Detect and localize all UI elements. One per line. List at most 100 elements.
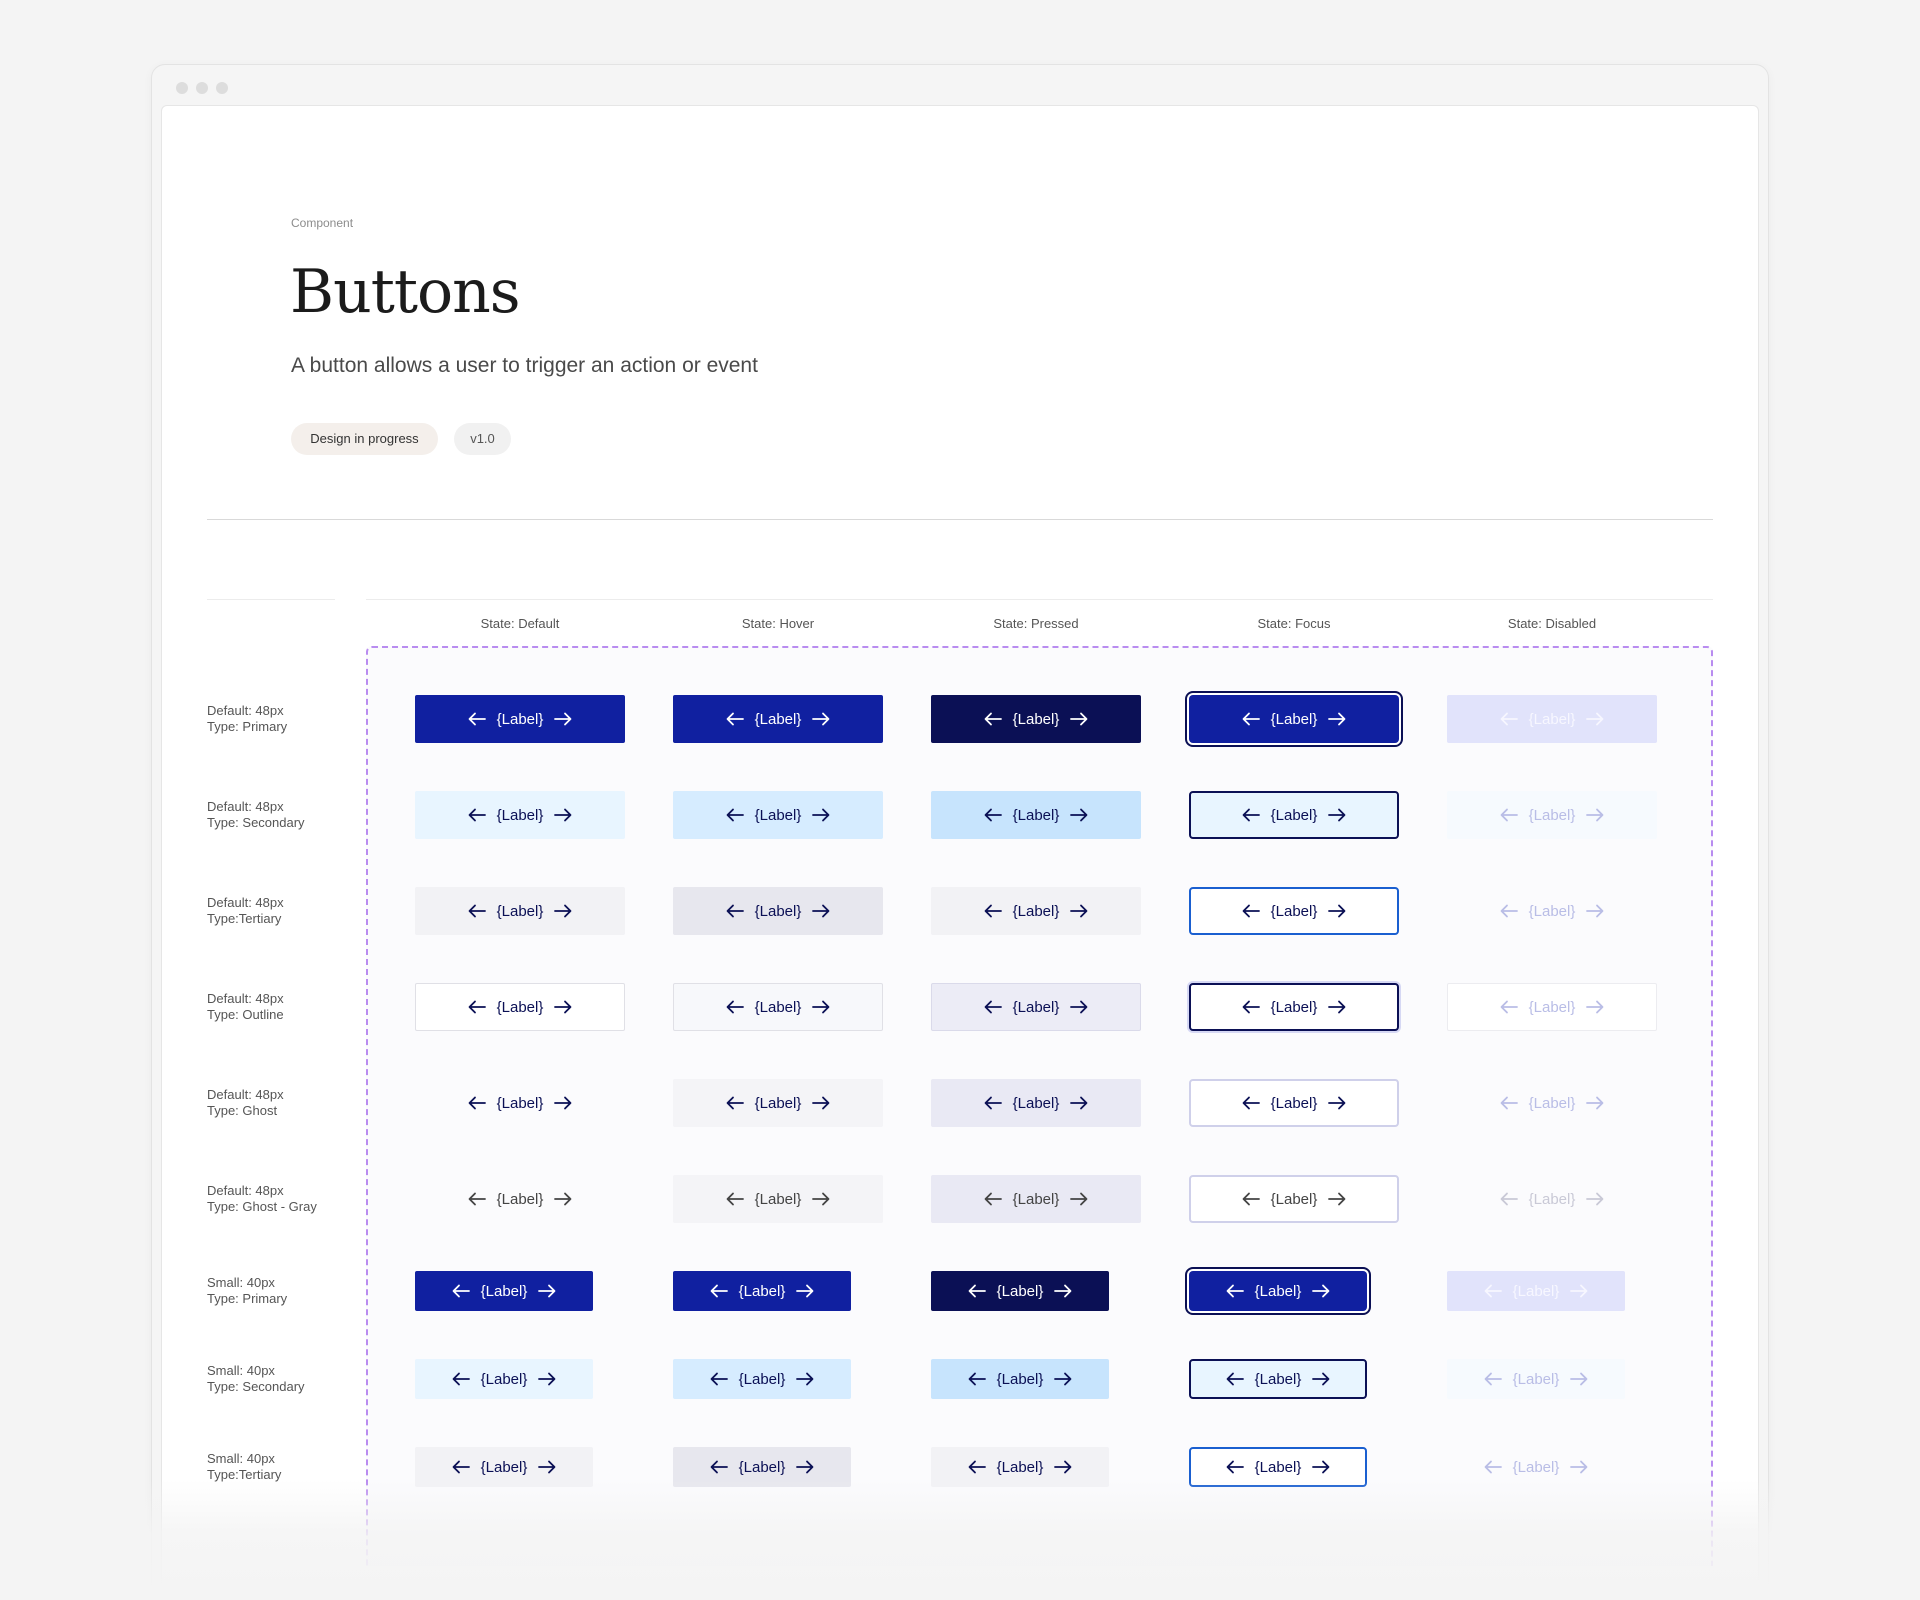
arrow-left-icon: [1500, 712, 1518, 726]
arrow-right-icon: [554, 1000, 572, 1014]
button-label: {Label}: [480, 1370, 528, 1388]
arrow-left-icon: [452, 1460, 470, 1474]
arrow-left-icon: [1500, 808, 1518, 822]
row-label-1: Default: 48px Type: Primary: [207, 703, 287, 735]
row-size-label: Small: 40px: [207, 1275, 275, 1290]
ghost-gray-button-pressed[interactable]: {Label}: [931, 1175, 1141, 1223]
row-label-7: Small: 40px Type: Primary: [207, 1275, 287, 1307]
secondary-button-hover[interactable]: {Label}: [673, 1359, 851, 1399]
ghost-gray-button-hover[interactable]: {Label}: [673, 1175, 883, 1223]
window-minimize-dot[interactable]: [196, 82, 208, 94]
arrow-right-icon: [1312, 1460, 1330, 1474]
button-label: {Label}: [496, 1094, 544, 1112]
row-type-label: Type: Secondary: [207, 815, 305, 830]
arrow-left-icon: [468, 808, 486, 822]
button-label: {Label}: [1512, 1370, 1560, 1388]
tertiary-button-focus[interactable]: {Label}: [1189, 887, 1399, 935]
tertiary-button-pressed[interactable]: {Label}: [931, 887, 1141, 935]
outline-button-hover[interactable]: {Label}: [673, 983, 883, 1031]
arrow-right-icon: [1070, 808, 1088, 822]
secondary-button-default[interactable]: {Label}: [415, 791, 625, 839]
ghost-button-pressed[interactable]: {Label}: [931, 1079, 1141, 1127]
secondary-button-pressed[interactable]: {Label}: [931, 1359, 1109, 1399]
primary-button-hover[interactable]: {Label}: [673, 1271, 851, 1311]
arrow-left-icon: [984, 1192, 1002, 1206]
primary-button-focus[interactable]: {Label}: [1189, 1271, 1367, 1311]
primary-button-disabled: {Label}: [1447, 1271, 1625, 1311]
row-size-label: Small: 40px: [207, 1451, 275, 1466]
ghost-gray-button-focus[interactable]: {Label}: [1189, 1175, 1399, 1223]
arrow-right-icon: [1328, 808, 1346, 822]
secondary-button-focus[interactable]: {Label}: [1189, 1359, 1367, 1399]
arrow-left-icon: [468, 1096, 486, 1110]
window-close-dot[interactable]: [176, 82, 188, 94]
ghost-gray-button-default[interactable]: {Label}: [415, 1175, 625, 1223]
arrow-right-icon: [1586, 1000, 1604, 1014]
tertiary-button-default[interactable]: {Label}: [415, 1447, 593, 1487]
button-label: {Label}: [738, 1458, 786, 1476]
arrow-left-icon: [1484, 1372, 1502, 1386]
arrow-right-icon: [1570, 1284, 1588, 1298]
arrow-right-icon: [796, 1460, 814, 1474]
row-type-label: Type: Outline: [207, 1007, 284, 1022]
arrow-left-icon: [726, 1192, 744, 1206]
arrow-left-icon: [1500, 1192, 1518, 1206]
primary-button-pressed[interactable]: {Label}: [931, 695, 1141, 743]
secondary-button-default[interactable]: {Label}: [415, 1359, 593, 1399]
column-header-1: State: Default: [480, 616, 560, 631]
arrow-left-icon: [452, 1284, 470, 1298]
ghost-button-hover[interactable]: {Label}: [673, 1079, 883, 1127]
arrow-right-icon: [1586, 808, 1604, 822]
arrow-left-icon: [1500, 1000, 1518, 1014]
tertiary-button-default[interactable]: {Label}: [415, 887, 625, 935]
arrow-right-icon: [538, 1284, 556, 1298]
tertiary-button-hover[interactable]: {Label}: [673, 887, 883, 935]
status-badge: Design in progress: [291, 423, 438, 455]
button-label: {Label}: [1012, 1190, 1060, 1208]
outline-button-default[interactable]: {Label}: [415, 983, 625, 1031]
arrow-right-icon: [554, 1096, 572, 1110]
tertiary-button-focus[interactable]: {Label}: [1189, 1447, 1367, 1487]
browser-titlebar: [152, 65, 1768, 105]
primary-button-default[interactable]: {Label}: [415, 1271, 593, 1311]
arrow-right-icon: [554, 904, 572, 918]
secondary-button-focus[interactable]: {Label}: [1189, 791, 1399, 839]
arrow-right-icon: [796, 1284, 814, 1298]
arrow-right-icon: [1570, 1372, 1588, 1386]
primary-button-hover[interactable]: {Label}: [673, 695, 883, 743]
row-label-5: Default: 48px Type: Ghost: [207, 1087, 284, 1119]
row-type-label: Type: Primary: [207, 1291, 288, 1306]
primary-button-focus[interactable]: {Label}: [1189, 695, 1399, 743]
button-label: {Label}: [1528, 1190, 1576, 1208]
arrow-left-icon: [1226, 1372, 1244, 1386]
button-label: {Label}: [996, 1370, 1044, 1388]
row-type-label: Type:Tertiary: [207, 1467, 282, 1482]
ghost-button-default[interactable]: {Label}: [415, 1079, 625, 1127]
arrow-left-icon: [1500, 1096, 1518, 1110]
ghost-button-focus[interactable]: {Label}: [1189, 1079, 1399, 1127]
tertiary-button-pressed[interactable]: {Label}: [931, 1447, 1109, 1487]
outline-button-pressed[interactable]: {Label}: [931, 983, 1141, 1031]
arrow-left-icon: [452, 1372, 470, 1386]
secondary-button-pressed[interactable]: {Label}: [931, 791, 1141, 839]
arrow-right-icon: [812, 1000, 830, 1014]
secondary-button-hover[interactable]: {Label}: [673, 791, 883, 839]
arrow-left-icon: [984, 1000, 1002, 1014]
eyebrow-label: Component: [291, 216, 354, 230]
window-maximize-dot[interactable]: [216, 82, 228, 94]
button-label: {Label}: [1012, 1094, 1060, 1112]
arrow-right-icon: [1328, 1192, 1346, 1206]
tertiary-button-hover[interactable]: {Label}: [673, 1447, 851, 1487]
arrow-left-icon: [1500, 904, 1518, 918]
arrow-right-icon: [1328, 712, 1346, 726]
row-type-label: Type: Primary: [207, 719, 288, 734]
column-header-3: State: Pressed: [993, 616, 1079, 631]
button-label: {Label}: [1254, 1458, 1302, 1476]
primary-button-pressed[interactable]: {Label}: [931, 1271, 1109, 1311]
arrow-left-icon: [1242, 1192, 1260, 1206]
tertiary-button-disabled: {Label}: [1447, 887, 1657, 935]
arrow-left-icon: [468, 904, 486, 918]
button-label: {Label}: [996, 1458, 1044, 1476]
outline-button-focus[interactable]: {Label}: [1189, 983, 1399, 1031]
primary-button-default[interactable]: {Label}: [415, 695, 625, 743]
